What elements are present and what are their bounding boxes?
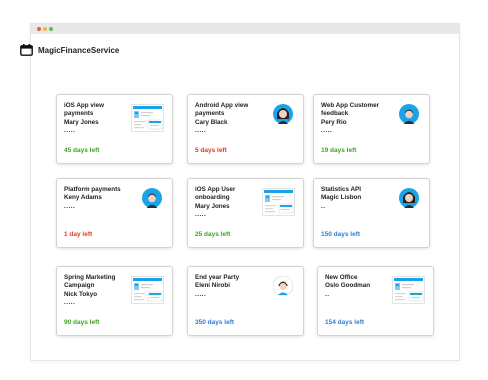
card-more-indicator: ..... [64,299,76,307]
card-text-line: iOS App User [195,186,236,193]
card-text-line: Mary Jones [64,118,99,126]
card-more-indicator: ..... [64,127,76,135]
card-text-line: Android App view [195,102,249,109]
avatar-woman-icon [399,188,419,208]
project-card[interactable]: Web App Customer feedback Pery Rio..... 19 … [313,94,430,164]
card-text-line: New Office [325,274,358,281]
screenshot-thumbnail [131,104,164,132]
days-left-label: 154 days left [325,319,365,326]
card-text-line: Campaign [64,282,95,290]
card-text-line: Magic Lisbon [321,194,362,202]
calendar-icon [20,44,33,56]
card-text-line: Cary Black [195,118,228,126]
window-titlebar [31,24,459,34]
card-more-indicator: ..... [195,290,207,298]
card-text-line: Pery Rio [321,118,347,126]
days-left-label: 1 day left [64,231,93,238]
card-text-line: payments [64,110,94,118]
card-text-line: onboarding [195,194,230,202]
card-text-line: Eleni Nirobi [195,282,230,290]
card-details: iOS App User onboarding Mary Jones..... [195,186,267,220]
project-card[interactable]: iOS App User onboarding Mary Jones..... 25 … [187,178,304,248]
card-details: New Office Oslo Goodman.. [325,274,397,299]
card-details: End year Party Eleni Nirobi..... [195,274,267,299]
card-text-line: End year Party [195,274,240,281]
card-details: Platform payments Keny Adams..... [64,186,136,211]
card-text-line: Platform payments [64,186,121,193]
avatar-person-icon [273,276,293,296]
card-text-line: Nick Tokyo [64,290,98,298]
project-card[interactable]: End year Party Eleni Nirobi..... 350 days … [187,266,304,336]
card-text-line: Spring Marketing [64,274,116,281]
project-card[interactable]: New Office Oslo Goodman.. 154 days left [317,266,434,336]
card-text-line: Keny Adams [64,194,102,202]
card-more-indicator: .. [321,202,326,210]
screenshot-thumbnail [392,276,425,304]
screenshot-thumbnail [131,276,164,304]
card-more-indicator: .. [325,290,330,298]
card-details: Android App view payments Cary Black..... [195,102,267,136]
card-more-indicator: ..... [321,127,333,135]
avatar-woman-icon [273,104,293,124]
days-left-label: 350 days left [195,319,235,326]
card-more-indicator: ..... [64,202,76,210]
card-text-line: payments [195,110,225,118]
days-left-label: 150 days left [321,231,361,238]
card-text-line: Statistics API [321,186,362,193]
card-more-indicator: ..... [195,211,207,219]
days-left-label: 19 days left [321,147,357,154]
project-card[interactable]: Statistics API Magic Lisbon.. 150 days lef… [313,178,430,248]
project-card[interactable]: Android App view payments Cary Black..... 5… [187,94,304,164]
days-left-label: 25 days left [195,231,231,238]
project-card[interactable]: iOS App view payments Mary Jones..... 45 da… [56,94,173,164]
card-text-line: Web App Customer [321,102,380,109]
maximize-window-button[interactable] [49,27,53,31]
card-details: Statistics API Magic Lisbon.. [321,186,393,211]
project-card[interactable]: Platform payments Keny Adams..... 1 day le… [56,178,173,248]
card-more-indicator: ..... [195,127,207,135]
screenshot-thumbnail [262,188,295,216]
card-details: iOS App view payments Mary Jones..... [64,102,136,136]
avatar-man-icon [399,104,419,124]
days-left-label: 45 days left [64,147,100,154]
minimize-window-button[interactable] [43,27,47,31]
close-window-button[interactable] [37,27,41,31]
card-text-line: iOS App view [64,102,105,109]
page-header: MagicFinanceService [20,43,119,57]
card-details: Spring Marketing Campaign Nick Tokyo..... [64,274,136,308]
card-details: Web App Customer feedback Pery Rio..... [321,102,393,136]
app-title: MagicFinanceService [38,45,120,55]
days-left-label: 90 days left [64,319,100,326]
project-card[interactable]: Spring Marketing Campaign Nick Tokyo..... 9… [56,266,173,336]
days-left-label: 5 days left [195,147,227,154]
avatar-man-icon [142,188,162,208]
card-text-line: Oslo Goodman [325,282,371,290]
card-text-line: Mary Jones [195,202,230,210]
card-text-line: feedback [321,110,349,118]
